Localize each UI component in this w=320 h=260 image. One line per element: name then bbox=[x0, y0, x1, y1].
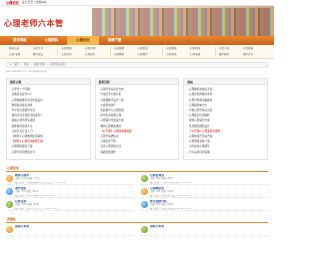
forum-grid: 资源大本营 资料大本营 bbox=[6, 223, 268, 237]
forum-stat: 主题: 372 帖数: 2014 bbox=[15, 190, 39, 194]
breadcrumb-item[interactable]: 心理论坛首页 bbox=[50, 63, 66, 66]
subnav-link[interactable]: 心理游戏 bbox=[166, 53, 188, 57]
forum-row[interactable]: 资料大本营 bbox=[141, 223, 268, 237]
subnav-link[interactable]: 心理专题 bbox=[190, 53, 212, 57]
nav-item-home[interactable]: 首页导航 bbox=[4, 36, 36, 45]
forum-icon[interactable] bbox=[141, 226, 148, 234]
forum-row[interactable]: 心理咨询室 主题: 894 帖数: 4957 最后发表: 学生厌学心理分析 2015… bbox=[141, 172, 268, 186]
breadcrumb-item[interactable]: 首页 bbox=[14, 63, 19, 66]
subnav-group: 网页首页 心理学习 心理·专题 教育论坛 bbox=[6, 47, 59, 57]
forum-name[interactable]: 资料大本营 bbox=[150, 225, 164, 228]
topic-list: 心理学一个问题自我意识是什么?心理健康教育活动方案设计教师职业倦怠调查中学生心理… bbox=[7, 85, 90, 157]
subnav-link[interactable]: 心理教学 bbox=[137, 53, 159, 57]
forum-info: 资源大本营 bbox=[15, 225, 29, 235]
forum-stat: 主题: 894 帖数: 4957 bbox=[150, 177, 174, 181]
topic-link[interactable]: 心理学考研经验分享 bbox=[10, 150, 87, 155]
site-brand[interactable]: 心理论坛 bbox=[6, 1, 19, 5]
forum-info: 心理咨询室 主题: 894 帖数: 4957 最后发表: 学生厌学心理分析 2015… bbox=[150, 174, 192, 184]
forum-info: 师生案例分析 主题: 684 帖数: 1004 最后发表: 心理咨询案例汇编 201… bbox=[150, 200, 192, 210]
forum-info: 资料大本营 bbox=[150, 225, 164, 235]
forum-last: 最后发表: 心理学基础知识 2015-4-17 bbox=[15, 194, 55, 197]
topic-panels: 最新主题 心理学一个问题自我意识是什么?心理健康教育活动方案设计教师职业倦怠调查… bbox=[6, 78, 268, 161]
forum-row[interactable]: 课外知识 主题: 372 帖数: 2014 最后发表: 心理学基础知识 2015-4… bbox=[6, 185, 133, 199]
forum-icon[interactable] bbox=[6, 175, 13, 183]
forum-icon[interactable] bbox=[6, 201, 13, 209]
subnav-link[interactable]: 网页首页 bbox=[9, 47, 31, 51]
subnav-link[interactable]: 课件资料 bbox=[219, 53, 241, 57]
subnav-link[interactable]: 教育论坛 bbox=[33, 53, 55, 57]
forum-icon[interactable] bbox=[6, 188, 13, 196]
panel-latest-replies: 最新回复 心理学专业就业方向学生厌学心理分析心理课教学设计一篇沙盘游戏治疗家庭教… bbox=[94, 78, 180, 161]
breadcrumb: ⌂ 首页 › 论坛 › 最新主题 › 心理论坛首页 bbox=[6, 62, 268, 68]
subnav-group: 心理健康 心理讲座 心理游戏 心理专题 bbox=[163, 47, 216, 57]
subnav-link[interactable]: 心理培训 bbox=[137, 47, 159, 51]
subnav-link[interactable]: 心理治疗 bbox=[85, 53, 107, 57]
forum-last: 最后发表: 心理课教学设计 2015-4-11 bbox=[150, 194, 190, 197]
banner-books-image bbox=[92, 8, 272, 36]
subnav-link[interactable]: 心理图书 bbox=[114, 53, 136, 57]
topic-link[interactable]: 情绪管理课件 bbox=[99, 150, 176, 155]
forum-info: 教育心理学 主题: 1700 帖数: 3.1万 最后发表: 心理健康教育活动方案设计… bbox=[15, 174, 66, 184]
forum-last: 最后发表: 心理健康教育活动方案设计 2015-4-16 bbox=[15, 181, 66, 184]
nav-item-videos[interactable]: 视频下载 bbox=[99, 36, 131, 45]
breadcrumb-item[interactable]: 论坛 bbox=[24, 63, 29, 66]
forum-icon[interactable] bbox=[141, 188, 148, 196]
site-logo-title[interactable]: 心理老师六本管 bbox=[4, 18, 64, 28]
forum-last: 最后发表: 认知行为疗法入门 2015-4-10 bbox=[15, 207, 57, 210]
subnav-link[interactable]: 心理健康 bbox=[166, 47, 188, 51]
forum-stat: 主题: 1700 帖数: 3.1万 bbox=[15, 177, 40, 181]
forum-info: 心理教研室 主题: 521 帖数: 1203 最后发表: 心理课教学设计 2015-… bbox=[150, 187, 189, 197]
forum-grid: 教育心理学 主题: 1700 帖数: 3.1万 最后发表: 心理健康教育活动方案设计… bbox=[6, 172, 268, 212]
subnav-link[interactable]: 心理百科 bbox=[61, 53, 83, 57]
panel-latest-topics: 最新主题 心理学一个问题自我意识是什么?心理健康教育活动方案设计教师职业倦怠调查… bbox=[6, 78, 91, 161]
panel-hot-topics: 热帖 心理教师资格证考试心理咨询师报考条件心理学经典书籍推荐心理剧剧本大全学校心… bbox=[183, 78, 268, 161]
topic-list: 心理教师资格证考试心理咨询师报考条件心理学经典书籍推荐心理剧剧本大全学校心理咨询… bbox=[184, 85, 267, 157]
subnav-link[interactable]: 心理视频 bbox=[243, 47, 265, 51]
forum-row[interactable]: 资源大本营 bbox=[6, 223, 133, 237]
forum-row[interactable]: 心理教研室 主题: 521 帖数: 1203 最后发表: 心理课教学设计 2015-… bbox=[141, 185, 268, 199]
forum-last: 最后发表: 学生厌学心理分析 2015-4-14 bbox=[150, 181, 192, 184]
subnav-link[interactable]: 软件共享 bbox=[243, 53, 265, 57]
home-icon[interactable]: ⌂ bbox=[10, 63, 12, 66]
forum-icon[interactable] bbox=[141, 175, 148, 183]
subnav-link[interactable]: 心理测量 bbox=[61, 47, 83, 51]
topic-list: 心理学专业就业方向学生厌学心理分析心理课教学设计一篇沙盘游戏治疗家庭教育与心理健… bbox=[96, 85, 179, 157]
forum-row[interactable]: 心理百科 主题: 2165 帖数: 6021 最后发表: 认知行为疗法入门 2015… bbox=[6, 198, 133, 212]
subnav-group: 心理下载 心理视频 课件资料 软件共享 bbox=[216, 47, 268, 56]
forum-icon[interactable] bbox=[6, 226, 13, 234]
subnav-group: 心理案例 心理培训 心理图书 心理教学 bbox=[111, 47, 164, 57]
topic-link[interactable]: 学习动机培养策略 bbox=[187, 150, 264, 155]
top-links[interactable]: 设为首页 | 收藏本站 bbox=[22, 0, 47, 4]
subnav-link[interactable]: 心理案例 bbox=[114, 47, 136, 51]
nav-item-forum[interactable]: 心理论坛 bbox=[67, 36, 99, 45]
subnav-group: 心理测量 心理咨询 心理百科 心理治疗 bbox=[58, 47, 111, 57]
subnav-link[interactable]: 心理咨询 bbox=[85, 47, 107, 51]
forum-stat: 主题: 2165 帖数: 6021 bbox=[15, 203, 40, 207]
subnav-link[interactable]: 心理·专题 bbox=[9, 53, 31, 57]
forum-row[interactable]: 教育心理学 主题: 1700 帖数: 3.1万 最后发表: 心理健康教育活动方案设计… bbox=[6, 172, 133, 186]
breadcrumb-item[interactable]: 最新主题 bbox=[34, 63, 44, 66]
subnav-link[interactable]: 心理学习 bbox=[33, 47, 55, 51]
forum-stat: 主题: 684 帖数: 1004 bbox=[150, 203, 174, 207]
forum-info: 课外知识 主题: 372 帖数: 2014 最后发表: 心理学基础知识 2015-4… bbox=[15, 187, 54, 197]
forum-row[interactable]: 师生案例分析 主题: 684 帖数: 1004 最后发表: 心理咨询案例汇编 201… bbox=[141, 198, 268, 212]
forum-section: 心理论坛 教育心理学 主题: 1700 帖数: 3.1万 最后发表: 心理健康教育活… bbox=[6, 166, 268, 212]
forum-info: 心理百科 主题: 2165 帖数: 6021 最后发表: 认知行为疗法入门 2015… bbox=[15, 200, 57, 210]
subnav-link[interactable]: 心理下载 bbox=[219, 47, 241, 51]
forum-name[interactable]: 资源大本营 bbox=[15, 225, 29, 228]
forum-icon[interactable] bbox=[141, 201, 148, 209]
resource-section: 资源区 资源大本营 资料大本营 bbox=[6, 217, 268, 237]
main-nav: 首页导航 心理资料 心理论坛 视频下载 bbox=[0, 36, 274, 45]
forum-url: bbs.xinli001.cn / xinliguanli.org bbox=[6, 70, 47, 73]
site-banner: 心理老师六本管 bbox=[0, 6, 274, 36]
forum-stat: 主题: 521 帖数: 1203 bbox=[150, 190, 174, 194]
subnav-link[interactable]: 心理讲座 bbox=[190, 47, 212, 51]
sub-nav: 网页首页 心理学习 心理·专题 教育论坛 心理测量 心理咨询 心理百科 心理治疗… bbox=[0, 45, 274, 59]
forum-last: 最后发表: 心理咨询案例汇编 2015-4-13 bbox=[150, 207, 192, 210]
nav-item-materials[interactable]: 心理资料 bbox=[36, 36, 68, 45]
